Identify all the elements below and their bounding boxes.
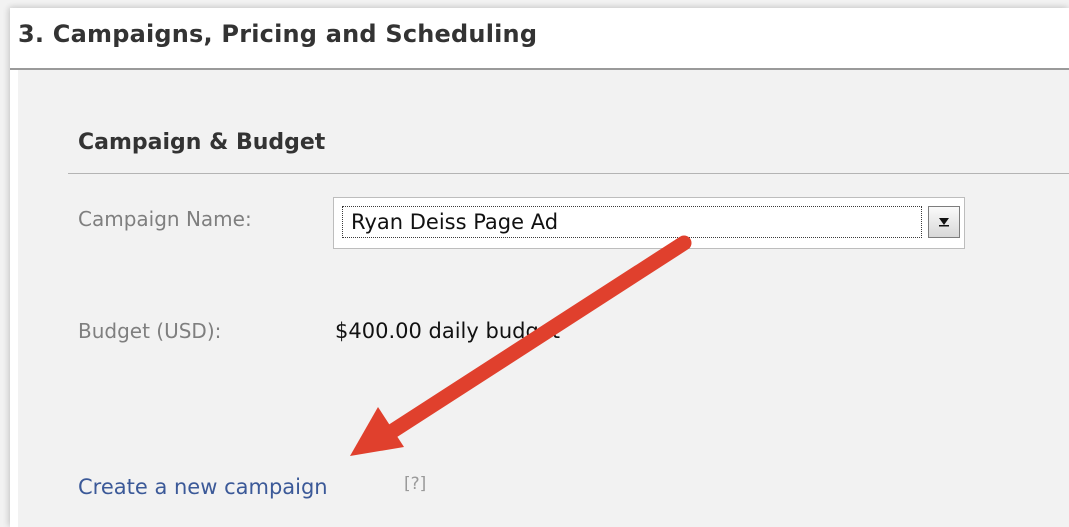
chevron-down-icon [939, 218, 949, 227]
section-header: 3. Campaigns, Pricing and Scheduling [10, 8, 1069, 70]
campaign-name-label: Campaign Name: [78, 207, 252, 231]
dropdown-arrow-button[interactable] [928, 206, 960, 238]
subsection-title: Campaign & Budget [78, 130, 326, 155]
help-link[interactable]: [?] [404, 474, 426, 494]
subsection-divider [68, 173, 1069, 174]
section-title: 3. Campaigns, Pricing and Scheduling [18, 20, 538, 48]
campaign-name-selected-value[interactable]: Ryan Deiss Page Ad [342, 206, 922, 238]
budget-value: $400.00 daily budget [335, 319, 560, 343]
campaign-name-select[interactable]: Ryan Deiss Page Ad [333, 197, 965, 249]
budget-label: Budget (USD): [78, 319, 222, 343]
campaign-budget-panel: Campaign & Budget Campaign Name: Ryan De… [18, 70, 1069, 527]
create-new-campaign-link[interactable]: Create a new campaign [78, 475, 328, 499]
ad-creation-form: 3. Campaigns, Pricing and Scheduling Cam… [10, 8, 1069, 527]
